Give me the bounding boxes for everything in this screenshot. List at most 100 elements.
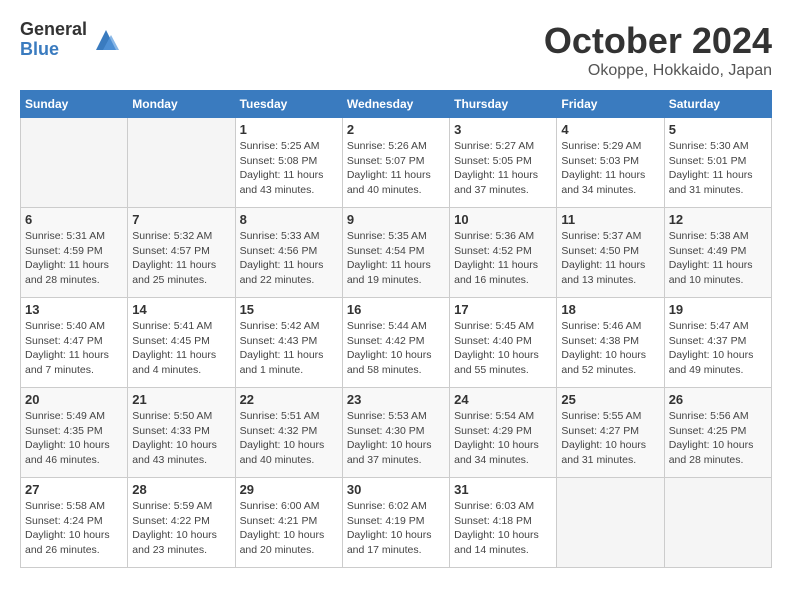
day-number: 24 <box>454 392 552 407</box>
day-number: 29 <box>240 482 338 497</box>
day-number: 18 <box>561 302 659 317</box>
calendar-cell: 8 Sunrise: 5:33 AMSunset: 4:56 PMDaylight… <box>235 208 342 298</box>
calendar-cell: 21 Sunrise: 5:50 AMSunset: 4:33 PMDayligh… <box>128 388 235 478</box>
calendar-cell: 3 Sunrise: 5:27 AMSunset: 5:05 PMDaylight… <box>450 118 557 208</box>
day-info: Sunrise: 5:25 AMSunset: 5:08 PMDaylight:… <box>240 139 338 198</box>
day-number: 5 <box>669 122 767 137</box>
day-info: Sunrise: 5:40 AMSunset: 4:47 PMDaylight:… <box>25 319 123 378</box>
day-number: 28 <box>132 482 230 497</box>
day-info: Sunrise: 5:27 AMSunset: 5:05 PMDaylight:… <box>454 139 552 198</box>
calendar-cell: 4Sunrise: 5:29 AMSunset: 5:03 PMDaylight… <box>557 118 664 208</box>
day-info: Sunrise: 5:47 AMSunset: 4:37 PMDaylight:… <box>669 319 767 378</box>
calendar-cell <box>128 118 235 208</box>
calendar-cell: 17 Sunrise: 5:45 AMSunset: 4:40 PMDayligh… <box>450 298 557 388</box>
calendar-cell: 27 Sunrise: 5:58 AMSunset: 4:24 PMDayligh… <box>21 478 128 568</box>
calendar-cell: 16 Sunrise: 5:44 AMSunset: 4:42 PMDayligh… <box>342 298 449 388</box>
day-number: 11 <box>561 212 659 227</box>
day-number: 26 <box>669 392 767 407</box>
calendar-cell <box>557 478 664 568</box>
calendar-cell: 23 Sunrise: 5:53 AMSunset: 4:30 PMDayligh… <box>342 388 449 478</box>
calendar-cell: 30Sunrise: 6:02 AMSunset: 4:19 PMDayligh… <box>342 478 449 568</box>
calendar-cell: 25 Sunrise: 5:55 AMSunset: 4:27 PMDayligh… <box>557 388 664 478</box>
day-info: Sunrise: 6:02 AMSunset: 4:19 PMDaylight:… <box>347 499 445 558</box>
day-number: 9 <box>347 212 445 227</box>
calendar-cell: 18 Sunrise: 5:46 AMSunset: 4:38 PMDayligh… <box>557 298 664 388</box>
day-number: 23 <box>347 392 445 407</box>
calendar-cell: 20 Sunrise: 5:49 AMSunset: 4:35 PMDayligh… <box>21 388 128 478</box>
calendar-cell: 28 Sunrise: 5:59 AMSunset: 4:22 PMDayligh… <box>128 478 235 568</box>
calendar-cell <box>664 478 771 568</box>
weekday-header: Monday <box>128 91 235 118</box>
day-info: Sunrise: 5:38 AMSunset: 4:49 PMDaylight:… <box>669 229 767 288</box>
day-info: Sunrise: 5:46 AMSunset: 4:38 PMDaylight:… <box>561 319 659 378</box>
day-info: Sunrise: 5:50 AMSunset: 4:33 PMDaylight:… <box>132 409 230 468</box>
calendar-cell: 10 Sunrise: 5:36 AMSunset: 4:52 PMDayligh… <box>450 208 557 298</box>
weekday-header: Tuesday <box>235 91 342 118</box>
calendar-cell: 1Sunrise: 5:25 AMSunset: 5:08 PMDaylight… <box>235 118 342 208</box>
day-number: 12 <box>669 212 767 227</box>
day-number: 20 <box>25 392 123 407</box>
month-title: October 2024 <box>544 20 772 62</box>
calendar-cell: 11 Sunrise: 5:37 AMSunset: 4:50 PMDayligh… <box>557 208 664 298</box>
day-info: Sunrise: 6:03 AMSunset: 4:18 PMDaylight:… <box>454 499 552 558</box>
day-info: Sunrise: 5:51 AMSunset: 4:32 PMDaylight:… <box>240 409 338 468</box>
calendar-cell: 29 Sunrise: 6:00 AMSunset: 4:21 PMDayligh… <box>235 478 342 568</box>
day-number: 8 <box>240 212 338 227</box>
calendar-cell: 26 Sunrise: 5:56 AMSunset: 4:25 PMDayligh… <box>664 388 771 478</box>
day-number: 21 <box>132 392 230 407</box>
calendar-cell: 7Sunrise: 5:32 AMSunset: 4:57 PMDaylight… <box>128 208 235 298</box>
day-info: Sunrise: 5:55 AMSunset: 4:27 PMDaylight:… <box>561 409 659 468</box>
day-info: Sunrise: 6:00 AMSunset: 4:21 PMDaylight:… <box>240 499 338 558</box>
day-info: Sunrise: 5:29 AMSunset: 5:03 PMDaylight:… <box>561 139 659 198</box>
day-number: 15 <box>240 302 338 317</box>
weekday-header: Friday <box>557 91 664 118</box>
calendar-cell: 5 Sunrise: 5:30 AMSunset: 5:01 PMDaylight… <box>664 118 771 208</box>
day-info: Sunrise: 5:56 AMSunset: 4:25 PMDaylight:… <box>669 409 767 468</box>
day-number: 6 <box>25 212 123 227</box>
day-info: Sunrise: 5:49 AMSunset: 4:35 PMDaylight:… <box>25 409 123 468</box>
calendar-cell: 2Sunrise: 5:26 AMSunset: 5:07 PMDaylight… <box>342 118 449 208</box>
calendar-week-row: 20 Sunrise: 5:49 AMSunset: 4:35 PMDayligh… <box>21 388 772 478</box>
day-info: Sunrise: 5:37 AMSunset: 4:50 PMDaylight:… <box>561 229 659 288</box>
day-number: 25 <box>561 392 659 407</box>
day-info: Sunrise: 5:41 AMSunset: 4:45 PMDaylight:… <box>132 319 230 378</box>
logo: General Blue <box>20 20 121 60</box>
day-number: 3 <box>454 122 552 137</box>
day-info: Sunrise: 5:45 AMSunset: 4:40 PMDaylight:… <box>454 319 552 378</box>
day-info: Sunrise: 5:59 AMSunset: 4:22 PMDaylight:… <box>132 499 230 558</box>
day-info: Sunrise: 5:33 AMSunset: 4:56 PMDaylight:… <box>240 229 338 288</box>
day-info: Sunrise: 5:31 AMSunset: 4:59 PMDaylight:… <box>25 229 123 288</box>
calendar-cell: 14 Sunrise: 5:41 AMSunset: 4:45 PMDayligh… <box>128 298 235 388</box>
day-number: 13 <box>25 302 123 317</box>
day-info: Sunrise: 5:54 AMSunset: 4:29 PMDaylight:… <box>454 409 552 468</box>
calendar-cell: 31Sunrise: 6:03 AMSunset: 4:18 PMDayligh… <box>450 478 557 568</box>
calendar-cell: 13 Sunrise: 5:40 AMSunset: 4:47 PMDayligh… <box>21 298 128 388</box>
calendar-cell: 9 Sunrise: 5:35 AMSunset: 4:54 PMDaylight… <box>342 208 449 298</box>
calendar-week-row: 27 Sunrise: 5:58 AMSunset: 4:24 PMDayligh… <box>21 478 772 568</box>
calendar-week-row: 13 Sunrise: 5:40 AMSunset: 4:47 PMDayligh… <box>21 298 772 388</box>
calendar-table: SundayMondayTuesdayWednesdayThursdayFrid… <box>20 90 772 568</box>
day-info: Sunrise: 5:36 AMSunset: 4:52 PMDaylight:… <box>454 229 552 288</box>
calendar-header-row: SundayMondayTuesdayWednesdayThursdayFrid… <box>21 91 772 118</box>
weekday-header: Sunday <box>21 91 128 118</box>
day-info: Sunrise: 5:44 AMSunset: 4:42 PMDaylight:… <box>347 319 445 378</box>
location: Okoppe, Hokkaido, Japan <box>544 62 772 80</box>
calendar-cell: 24 Sunrise: 5:54 AMSunset: 4:29 PMDayligh… <box>450 388 557 478</box>
day-number: 16 <box>347 302 445 317</box>
calendar-cell: 19Sunrise: 5:47 AMSunset: 4:37 PMDayligh… <box>664 298 771 388</box>
day-number: 14 <box>132 302 230 317</box>
day-info: Sunrise: 5:58 AMSunset: 4:24 PMDaylight:… <box>25 499 123 558</box>
calendar-week-row: 6 Sunrise: 5:31 AMSunset: 4:59 PMDaylight… <box>21 208 772 298</box>
title-area: October 2024 Okoppe, Hokkaido, Japan <box>544 20 772 80</box>
day-info: Sunrise: 5:53 AMSunset: 4:30 PMDaylight:… <box>347 409 445 468</box>
day-number: 22 <box>240 392 338 407</box>
day-number: 10 <box>454 212 552 227</box>
calendar-week-row: 1Sunrise: 5:25 AMSunset: 5:08 PMDaylight… <box>21 118 772 208</box>
day-number: 27 <box>25 482 123 497</box>
day-number: 17 <box>454 302 552 317</box>
logo-icon <box>91 25 121 55</box>
day-info: Sunrise: 5:35 AMSunset: 4:54 PMDaylight:… <box>347 229 445 288</box>
day-info: Sunrise: 5:30 AMSunset: 5:01 PMDaylight:… <box>669 139 767 198</box>
day-number: 2 <box>347 122 445 137</box>
logo-general-text: General <box>20 20 87 40</box>
